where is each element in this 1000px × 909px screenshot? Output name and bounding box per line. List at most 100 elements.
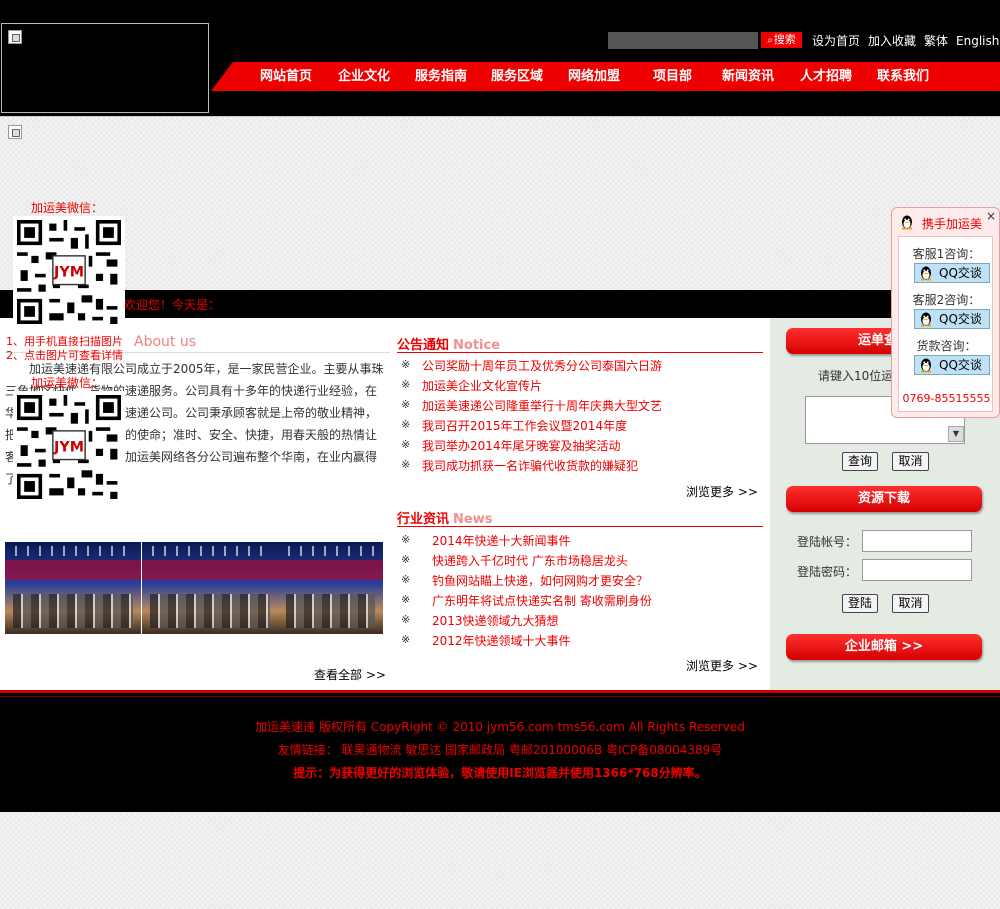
wechat-qr-code[interactable]: JYM: [13, 216, 125, 328]
wechat-qr-float: 加运美微信： JYM 1、用手机直接扫描图片 2、点击图片可查看详情 加运美微信…: [0, 196, 140, 506]
svg-text:JYM: JYM: [53, 265, 84, 281]
qq-penguin-icon: [921, 312, 931, 327]
footer: 加运美速递 版权所有 CopyRight © 2010 jym56.com tm…: [0, 690, 1000, 812]
list-bullet: ※: [401, 418, 411, 431]
news-item[interactable]: 2012年快递领域十大事件: [432, 632, 571, 649]
main-content: About us 加运美速递有限公司成立于2005年，是一家民营企业。主要从事珠…: [0, 318, 1000, 690]
banner: [0, 116, 1000, 290]
search-icon: ⌕: [767, 35, 773, 46]
qq-chat-button-2[interactable]: QQ交谈: [914, 309, 990, 329]
notice-item[interactable]: 加运美速递公司隆重举行十周年庆典大型文艺: [422, 397, 662, 414]
welcome-bar: 欢迎您！今天是：: [0, 290, 1000, 318]
notice-item[interactable]: 我司召开2015年工作会议暨2014年度: [422, 417, 627, 434]
header: ⌕搜索 设为首页 加入收藏 繁体 English 网站首页 企业文化 服务指南 服务区…: [0, 0, 1000, 116]
wechat-label: 加运美微信：: [31, 376, 104, 390]
notice-item[interactable]: 加运美企业文化宣传片: [422, 377, 542, 394]
list-bullet: ※: [401, 378, 411, 391]
tracking-cancel-button[interactable]: 取消: [892, 452, 929, 471]
list-bullet: ※: [401, 438, 411, 451]
add-favorite-link[interactable]: 加入收藏: [868, 32, 916, 49]
browser-tip: 提示：为获得更好的浏览体验，敬请使用IE浏览器并使用1366*768分辨率。: [293, 766, 707, 780]
set-homepage-link[interactable]: 设为首页: [812, 32, 860, 49]
news-item[interactable]: 2013快递领域九大猜想: [432, 612, 559, 629]
qq-service-label: 货款咨询：: [916, 339, 977, 353]
list-bullet: ※: [401, 573, 411, 586]
list-bullet: ※: [401, 553, 411, 566]
main-nav: 网站首页 企业文化 服务指南 服务区域 网络加盟 项目部 新闻资讯 人才招聘 联…: [211, 62, 1000, 91]
divider: [397, 352, 763, 353]
account-label: 登陆帐号：: [797, 535, 858, 549]
news-item[interactable]: 快递跨入千亿时代 广东市场稳居龙头: [432, 552, 628, 569]
divider: [397, 526, 763, 527]
account-input[interactable]: [862, 530, 972, 552]
photo-ceremony[interactable]: [5, 542, 141, 634]
list-bullet: ※: [401, 358, 411, 371]
password-input[interactable]: [862, 559, 972, 581]
photo-performance[interactable]: [142, 542, 278, 634]
login-button[interactable]: 登陆: [842, 594, 878, 613]
password-label: 登陆密码：: [797, 565, 858, 579]
qr-code-icon: JYM: [17, 395, 121, 499]
close-icon[interactable]: ×: [986, 209, 996, 223]
divider: [0, 696, 1000, 697]
qq-penguin-icon: [921, 358, 931, 373]
notice-item[interactable]: 我司举办2014年尾牙晚宴及抽奖活动: [422, 437, 621, 454]
qq-service-panel: 携手加运美 × 客服1咨询： QQ交谈 客服2咨询： QQ交谈 货款咨询： QQ…: [891, 207, 1000, 418]
qq-chat-button-1[interactable]: QQ交谈: [914, 263, 990, 283]
news-item[interactable]: 广东明年将试点快递实名制 寄收需刷身份: [432, 592, 652, 609]
list-bullet: ※: [401, 593, 411, 606]
qq-chat-button-3[interactable]: QQ交谈: [914, 355, 990, 375]
traditional-chinese-link[interactable]: 繁体: [924, 32, 948, 49]
logo[interactable]: [1, 23, 209, 113]
notice-title: 公告通知 Notice: [397, 338, 501, 353]
news-title: 行业资讯 News: [397, 512, 493, 527]
qq-penguin-icon: [921, 266, 931, 281]
news-more-link[interactable]: 浏览更多 >>: [686, 657, 758, 674]
about-photos: [5, 542, 383, 634]
broken-image-icon: [8, 30, 22, 44]
service-phone: 0769-85515555: [902, 392, 991, 405]
list-bullet: ※: [401, 633, 411, 646]
notice-item[interactable]: 我司成功抓获一名诈骗代收货款的嫌疑犯: [422, 457, 638, 474]
list-bullet: ※: [401, 398, 411, 411]
scroll-down-icon[interactable]: ▼: [948, 426, 964, 442]
qq-panel-header: 携手加运美 ×: [892, 208, 999, 236]
enterprise-email-button[interactable]: 企业邮箱 >>: [786, 634, 982, 660]
list-bullet: ※: [401, 613, 411, 626]
search-input[interactable]: [608, 32, 758, 49]
news-item[interactable]: 钓鱼网站瞄上快递，如何网购才更安全？: [432, 572, 648, 589]
nav-careers[interactable]: 人才招聘: [800, 62, 852, 91]
nav-news[interactable]: 新闻资讯: [722, 62, 774, 91]
broken-image-icon: [8, 125, 22, 139]
notice-item[interactable]: 公司奖励十周年员工及优秀分公司泰国六日游: [422, 357, 662, 374]
qq-penguin-icon: [902, 215, 912, 230]
nav-service-guide[interactable]: 服务指南: [415, 62, 467, 91]
qr-code-icon: JYM: [17, 220, 121, 324]
photo-stage[interactable]: [278, 542, 383, 634]
top-links: 设为首页 加入收藏 繁体 English: [812, 32, 1000, 49]
nav-service-area[interactable]: 服务区域: [491, 62, 543, 91]
view-all-link[interactable]: 查看全部 >>: [314, 666, 386, 683]
nav-franchise[interactable]: 网络加盟: [568, 62, 620, 91]
query-button[interactable]: 查询: [842, 452, 878, 471]
search-button[interactable]: ⌕搜索: [761, 32, 802, 48]
download-title[interactable]: 资源下载: [786, 486, 982, 512]
nav-culture[interactable]: 企业文化: [338, 62, 390, 91]
click-hint: 2、点击图片可查看详情: [6, 349, 123, 362]
nav-home[interactable]: 网站首页: [260, 62, 312, 91]
nav-projects[interactable]: 项目部: [653, 62, 692, 91]
qq-panel-title: 携手加运美: [922, 217, 983, 231]
wechat-qr-code[interactable]: JYM: [13, 391, 125, 503]
login-cancel-button[interactable]: 取消: [892, 594, 929, 613]
news-item[interactable]: 2014年快递十大新闻事件: [432, 532, 571, 549]
copyright-text: 加运美速递 版权所有 CopyRight © 2010 jym56.com tm…: [255, 720, 745, 734]
wechat-label: 加运美微信：: [31, 201, 104, 215]
qq-service-label: 客服2咨询：: [912, 293, 981, 307]
nav-contact[interactable]: 联系我们: [877, 62, 929, 91]
english-link[interactable]: English: [956, 34, 999, 48]
list-bullet: ※: [401, 458, 411, 471]
notice-more-link[interactable]: 浏览更多 >>: [686, 483, 758, 500]
friend-links[interactable]: 友情链接： 联昊通物流 敏思达 国家邮政局 粤邮20100006B 粤ICP备0…: [0, 741, 1000, 758]
svg-text:JYM: JYM: [53, 440, 84, 456]
qq-service-label: 客服1咨询：: [912, 247, 981, 261]
